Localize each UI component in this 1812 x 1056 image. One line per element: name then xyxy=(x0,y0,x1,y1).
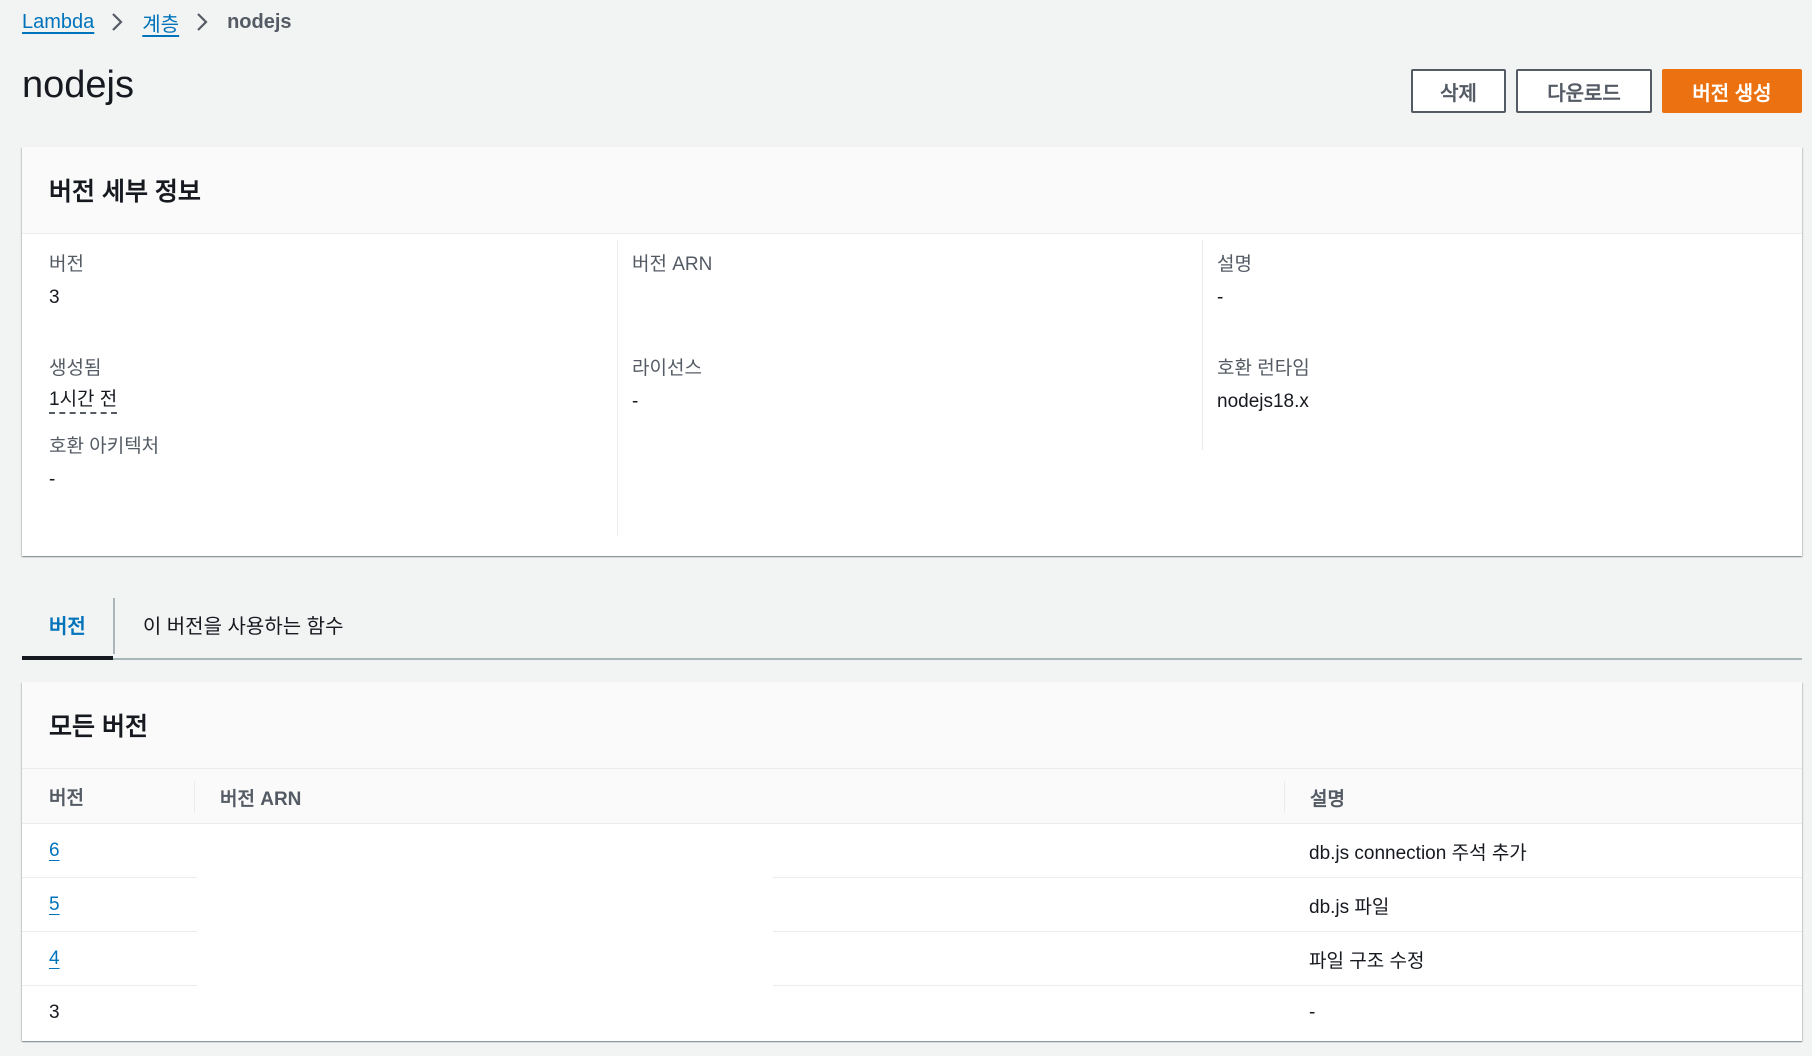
breadcrumb-current: nodejs xyxy=(227,10,292,33)
description-cell: 파일 구조 수정 xyxy=(1309,950,1425,972)
version-value: 3 xyxy=(49,287,60,308)
version-label: 버전 xyxy=(49,254,84,275)
delete-button[interactable]: 삭제 xyxy=(1411,69,1506,113)
description-label: 설명 xyxy=(1217,254,1252,275)
description-field: 설명 - xyxy=(1217,251,1252,312)
chevron-right-icon xyxy=(110,13,124,31)
table-header-row: 버전 버전 ARN 설명 xyxy=(22,769,1802,824)
tab-versions[interactable]: 버전 xyxy=(22,590,113,660)
version-details-title: 버전 세부 정보 xyxy=(49,178,201,206)
architecture-value: - xyxy=(49,469,56,490)
version-cell: 5 xyxy=(49,878,60,932)
arn-field: 버전 ARN xyxy=(632,251,712,312)
all-versions-header: 모든 버전 xyxy=(22,682,1802,769)
arn-label: 버전 ARN xyxy=(632,254,713,275)
details-column-2: 버전 ARN 라이선스 - xyxy=(618,240,1202,536)
arn-value xyxy=(632,284,712,312)
column-header-description[interactable]: 설명 xyxy=(1284,781,1345,813)
runtime-label: 호환 런타임 xyxy=(1217,358,1310,379)
column-header-arn[interactable]: 버전 ARN xyxy=(194,781,1284,813)
architecture-label: 호환 아키텍처 xyxy=(49,436,160,457)
version-details-grid: 버전 3 생성됨 1시간 전 호환 아키텍처 - 버전 ARN 라이선스 - 설… xyxy=(22,234,1802,555)
version-cell: 6 xyxy=(49,824,60,878)
all-versions-title: 모든 버전 xyxy=(49,713,148,741)
runtime-value: nodejs18.x xyxy=(1217,391,1309,412)
description-cell: - xyxy=(1309,1002,1316,1023)
all-versions-panel: 모든 버전 버전 버전 ARN 설명 6 db.js connection 주석… xyxy=(22,682,1802,1041)
license-field: 라이선스 - xyxy=(632,355,702,416)
description-value: - xyxy=(1217,287,1224,308)
tab-list: 버전 이 버전을 사용하는 함수 xyxy=(22,590,1802,660)
version-details-panel: 버전 세부 정보 버전 3 생성됨 1시간 전 호환 아키텍처 - 버전 ARN… xyxy=(22,147,1802,556)
lambda-layer-version-page: Lambda 계층 nodejs nodejs 삭제 다운로드 버전 생성 버전… xyxy=(0,0,1812,1056)
version-link[interactable]: 5 xyxy=(49,894,60,916)
table-row: 6 db.js connection 주석 추가 xyxy=(22,824,1802,878)
details-column-3: 설명 - 호환 런타임 nodejs18.x xyxy=(1202,240,1802,450)
table-row: 3 - xyxy=(22,986,1802,1040)
license-label: 라이선스 xyxy=(632,358,702,379)
breadcrumb-lambda-link[interactable]: Lambda xyxy=(22,11,94,34)
architecture-field: 호환 아키텍처 - xyxy=(49,433,159,494)
breadcrumb: Lambda 계층 nodejs xyxy=(22,8,292,36)
details-column-1: 버전 3 생성됨 1시간 전 호환 아키텍처 - xyxy=(22,240,618,536)
page-title: nodejs xyxy=(22,64,134,106)
header-actions: 삭제 다운로드 버전 생성 xyxy=(1411,69,1802,113)
version-link[interactable]: 4 xyxy=(49,948,60,970)
description-cell: db.js 파일 xyxy=(1309,896,1390,918)
version-link[interactable]: 6 xyxy=(49,840,60,862)
column-header-version[interactable]: 버전 xyxy=(49,769,192,824)
table-row: 5 db.js 파일 xyxy=(22,878,1802,932)
created-value[interactable]: 1시간 전 xyxy=(49,388,118,414)
table-row: 4 파일 구조 수정 xyxy=(22,932,1802,986)
version-cell: 3 xyxy=(49,1002,60,1023)
description-cell: db.js connection 주석 추가 xyxy=(1309,842,1527,864)
breadcrumb-layers-link[interactable]: 계층 xyxy=(142,8,179,37)
created-label: 생성됨 xyxy=(49,358,102,379)
create-version-button[interactable]: 버전 생성 xyxy=(1662,69,1802,113)
download-button[interactable]: 다운로드 xyxy=(1516,69,1652,113)
version-field: 버전 3 xyxy=(49,251,84,312)
tab-functions-using-version[interactable]: 이 버전을 사용하는 함수 xyxy=(115,590,371,658)
chevron-right-icon xyxy=(195,13,209,31)
version-details-header: 버전 세부 정보 xyxy=(22,147,1802,234)
runtime-field: 호환 런타임 nodejs18.x xyxy=(1217,355,1310,416)
version-cell: 4 xyxy=(49,932,60,986)
license-value: - xyxy=(632,391,639,412)
created-field: 생성됨 1시간 전 xyxy=(49,355,118,414)
